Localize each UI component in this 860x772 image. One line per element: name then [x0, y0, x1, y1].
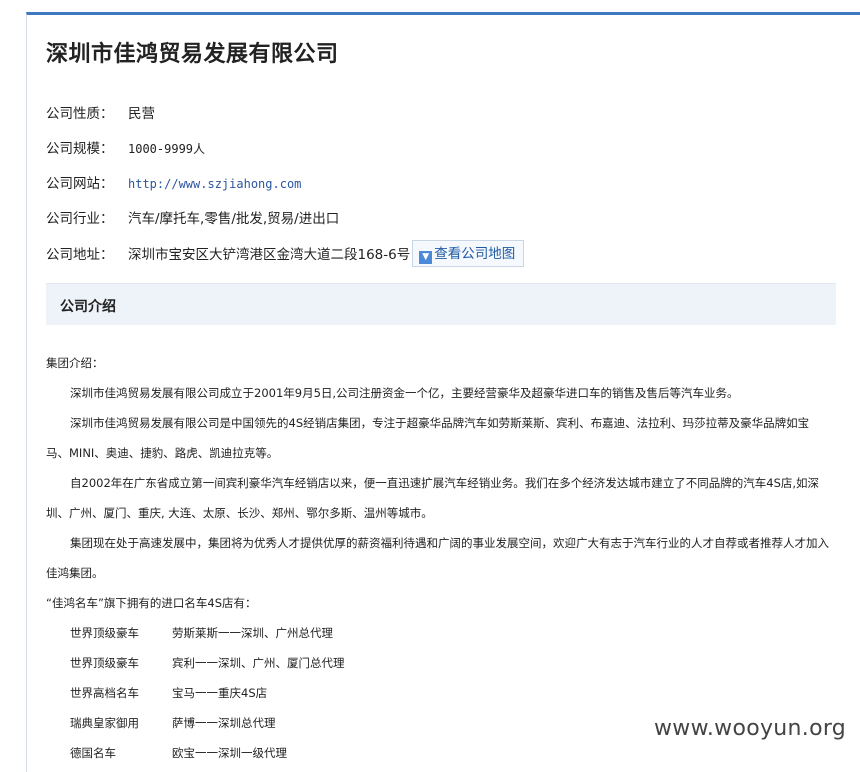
field-label: 公司地址： [46, 246, 114, 263]
brand-row: 世界高档名车 宝马一一重庆4S店 [46, 678, 830, 708]
info-row-size: 公司规模： 1000-9999人 [46, 137, 205, 157]
brand-row: 德国名车 欧宝一一深圳一级代理 [46, 738, 830, 768]
intro-heading: 集团介绍： [46, 356, 104, 370]
brand-detail: 萨博一一深圳总代理 [172, 716, 276, 730]
brand-category: 世界顶级豪车 [70, 656, 139, 670]
info-row-industry: 公司行业： 汽车/摩托车,零售/批发,贸易/进出口 [46, 207, 339, 227]
info-row-website: 公司网站： http://www.szjiahong.com [46, 172, 301, 192]
brand-row: 世界顶级豪车 宾利一一深圳、广州、厦门总代理 [46, 648, 830, 678]
brand-category: 世界高档名车 [70, 686, 139, 700]
field-label: 公司规模： [46, 141, 114, 157]
info-row-nature: 公司性质： 民营 [46, 102, 155, 122]
intro-paragraph: 深圳市佳鸿贸易发展有限公司是中国领先的4S经销店集团，专注于超豪华品牌汽车如劳斯… [46, 416, 810, 460]
view-map-label: 查看公司地图 [434, 246, 516, 262]
field-value: 汽车/摩托车,零售/批发,贸易/进出口 [128, 211, 340, 227]
brand-category: 瑞典皇家御用 [70, 716, 139, 730]
field-value: 民营 [128, 106, 155, 122]
website-link[interactable]: http://www.szjiahong.com [128, 177, 301, 191]
field-label: 公司行业： [46, 211, 114, 227]
intro-paragraph: 自2002年在广东省成立第一间宾利豪华汽车经销店以来，便一直迅速扩展汽车经销业务… [46, 476, 820, 520]
view-map-button[interactable]: ▼ 查看公司地图 [412, 240, 525, 267]
brand-detail: 劳斯莱斯一一深圳、广州总代理 [172, 626, 333, 640]
field-label: 公司性质： [46, 106, 114, 122]
brand-category: 德国名车 [70, 746, 116, 760]
intro-paragraph: 集团现在处于高速发展中，集团将为优秀人才提供优厚的薪资福利待遇和广阔的事业发展空… [46, 536, 829, 580]
intro-content: 集团介绍： 深圳市佳鸿贸易发展有限公司成立于2001年9月5日,公司注册资金一个… [46, 348, 830, 768]
watermark: www.wooyun.org [654, 716, 847, 741]
info-row-address: 公司地址： 深圳市宝安区大铲湾港区金湾大道二段168-6号 ▼ 查看公司地图 [46, 240, 525, 268]
brand-category: 世界顶级豪车 [70, 626, 139, 640]
brands-heading: “佳鸿名车”旗下拥有的进口名车4S店有： [46, 596, 257, 610]
section-title: 公司介绍 [60, 299, 116, 315]
brand-row: 世界顶级豪车 劳斯莱斯一一深圳、广州总代理 [46, 618, 830, 648]
field-value: 1000-9999人 [128, 142, 206, 156]
brand-detail: 宝马一一重庆4S店 [172, 686, 268, 700]
brand-detail: 欧宝一一深圳一级代理 [172, 746, 287, 760]
intro-paragraph: 深圳市佳鸿贸易发展有限公司成立于2001年9月5日,公司注册资金一个亿，主要经营… [70, 386, 739, 400]
map-icon: ▼ [419, 251, 433, 264]
field-label: 公司网站： [46, 176, 114, 192]
company-name: 深圳市佳鸿贸易发展有限公司 [46, 42, 339, 67]
brand-detail: 宾利一一深圳、广州、厦门总代理 [172, 656, 345, 670]
section-header: 公司介绍 [46, 283, 836, 325]
field-value: 深圳市宝安区大铲湾港区金湾大道二段168-6号 [128, 246, 411, 263]
